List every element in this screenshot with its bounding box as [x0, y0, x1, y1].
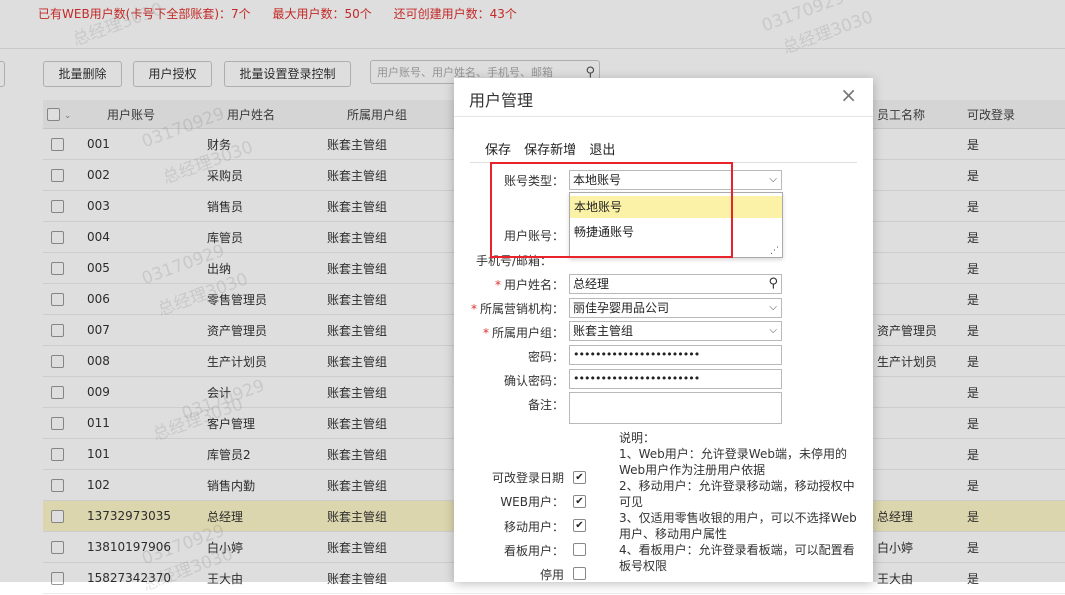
notes-panel: 说明： 1、Web用户：允许登录Web端，未停用的Web用户作为注册用户依据 2… — [619, 430, 859, 574]
user-name-value: 总经理 — [573, 277, 610, 291]
board-user-label: 看板用户： — [503, 544, 564, 558]
group-label-text: 所属用户组： — [491, 326, 564, 340]
confirm-password-input[interactable]: ••••••••••••••••••••••• — [569, 369, 782, 389]
confirm-password-label: 确认密码： — [503, 374, 564, 388]
notes-title: 说明： — [619, 431, 656, 445]
save-button[interactable]: 保存 — [485, 143, 511, 158]
dialog-actions: 保存 保存新增 退出 — [485, 139, 624, 158]
save-new-button[interactable]: 保存新增 — [524, 143, 576, 158]
user-name-input[interactable]: 总经理 ⚲ — [569, 274, 782, 294]
highlight-annotation-box — [490, 162, 733, 258]
required-mark: * — [494, 278, 501, 292]
org-label-text: 所属营销机构： — [479, 302, 564, 316]
note-item: 2、移动用户：允许登录移动端，移动授权中可见 — [619, 479, 855, 509]
chevron-down-icon[interactable]: ⌵ — [769, 299, 777, 317]
user-management-dialog: 用户管理 × 保存 保存新增 退出 账号类型： 本地账号 ⌵ 用户账号： 手机号… — [454, 78, 873, 582]
disabled-label: 停用 — [539, 568, 564, 582]
chevron-down-icon[interactable]: ⌵ — [769, 322, 777, 340]
board-user-checkbox[interactable] — [573, 543, 586, 556]
disabled-checkbox[interactable] — [573, 567, 586, 580]
dialog-title: 用户管理 — [469, 91, 534, 110]
mobile-user-checkbox[interactable]: ✔ — [573, 519, 586, 532]
required-mark: * — [470, 302, 477, 316]
remark-label: 备注： — [527, 398, 564, 412]
mobile-user-label: 移动用户： — [503, 520, 564, 534]
web-user-label: WEB用户： — [500, 495, 564, 509]
editable-date-label: 可改登录日期 — [491, 471, 564, 485]
chevron-down-icon[interactable]: ⌵ — [769, 171, 777, 189]
password-input[interactable]: ••••••••••••••••••••••• — [569, 345, 782, 365]
group-value: 账套主管组 — [573, 324, 634, 338]
org-select[interactable]: 丽佳孕婴用品公司 ⌵ — [569, 298, 782, 318]
remark-textarea[interactable] — [569, 392, 782, 424]
note-item: 4、看板用户：允许登录看板端，可以配置看板号权限 — [619, 543, 855, 573]
note-item: 1、Web用户：允许登录Web端，未停用的Web用户作为注册用户依据 — [619, 447, 847, 477]
group-select[interactable]: 账套主管组 ⌵ — [569, 321, 782, 341]
dialog-divider — [454, 116, 873, 117]
user-name-label: * 用户姓名： — [454, 276, 564, 293]
note-item: 3、仅适用零售收银的用户，可以不选择Web用户、移动用户属性 — [619, 511, 857, 541]
required-mark: * — [482, 326, 489, 340]
editable-date-checkbox[interactable]: ✔ — [573, 471, 586, 484]
search-icon[interactable]: ⚲ — [768, 275, 778, 293]
exit-button[interactable]: 退出 — [589, 143, 615, 158]
org-label: * 所属营销机构： — [454, 300, 564, 317]
user-name-label-text: 用户姓名： — [503, 278, 564, 292]
close-icon[interactable]: × — [840, 85, 857, 105]
password-label: 密码： — [527, 350, 564, 364]
group-label: * 所属用户组： — [454, 324, 564, 341]
org-value: 丽佳孕婴用品公司 — [573, 301, 670, 315]
web-user-checkbox[interactable]: ✔ — [573, 495, 586, 508]
resize-handle-icon[interactable]: ⋰ — [770, 246, 779, 256]
